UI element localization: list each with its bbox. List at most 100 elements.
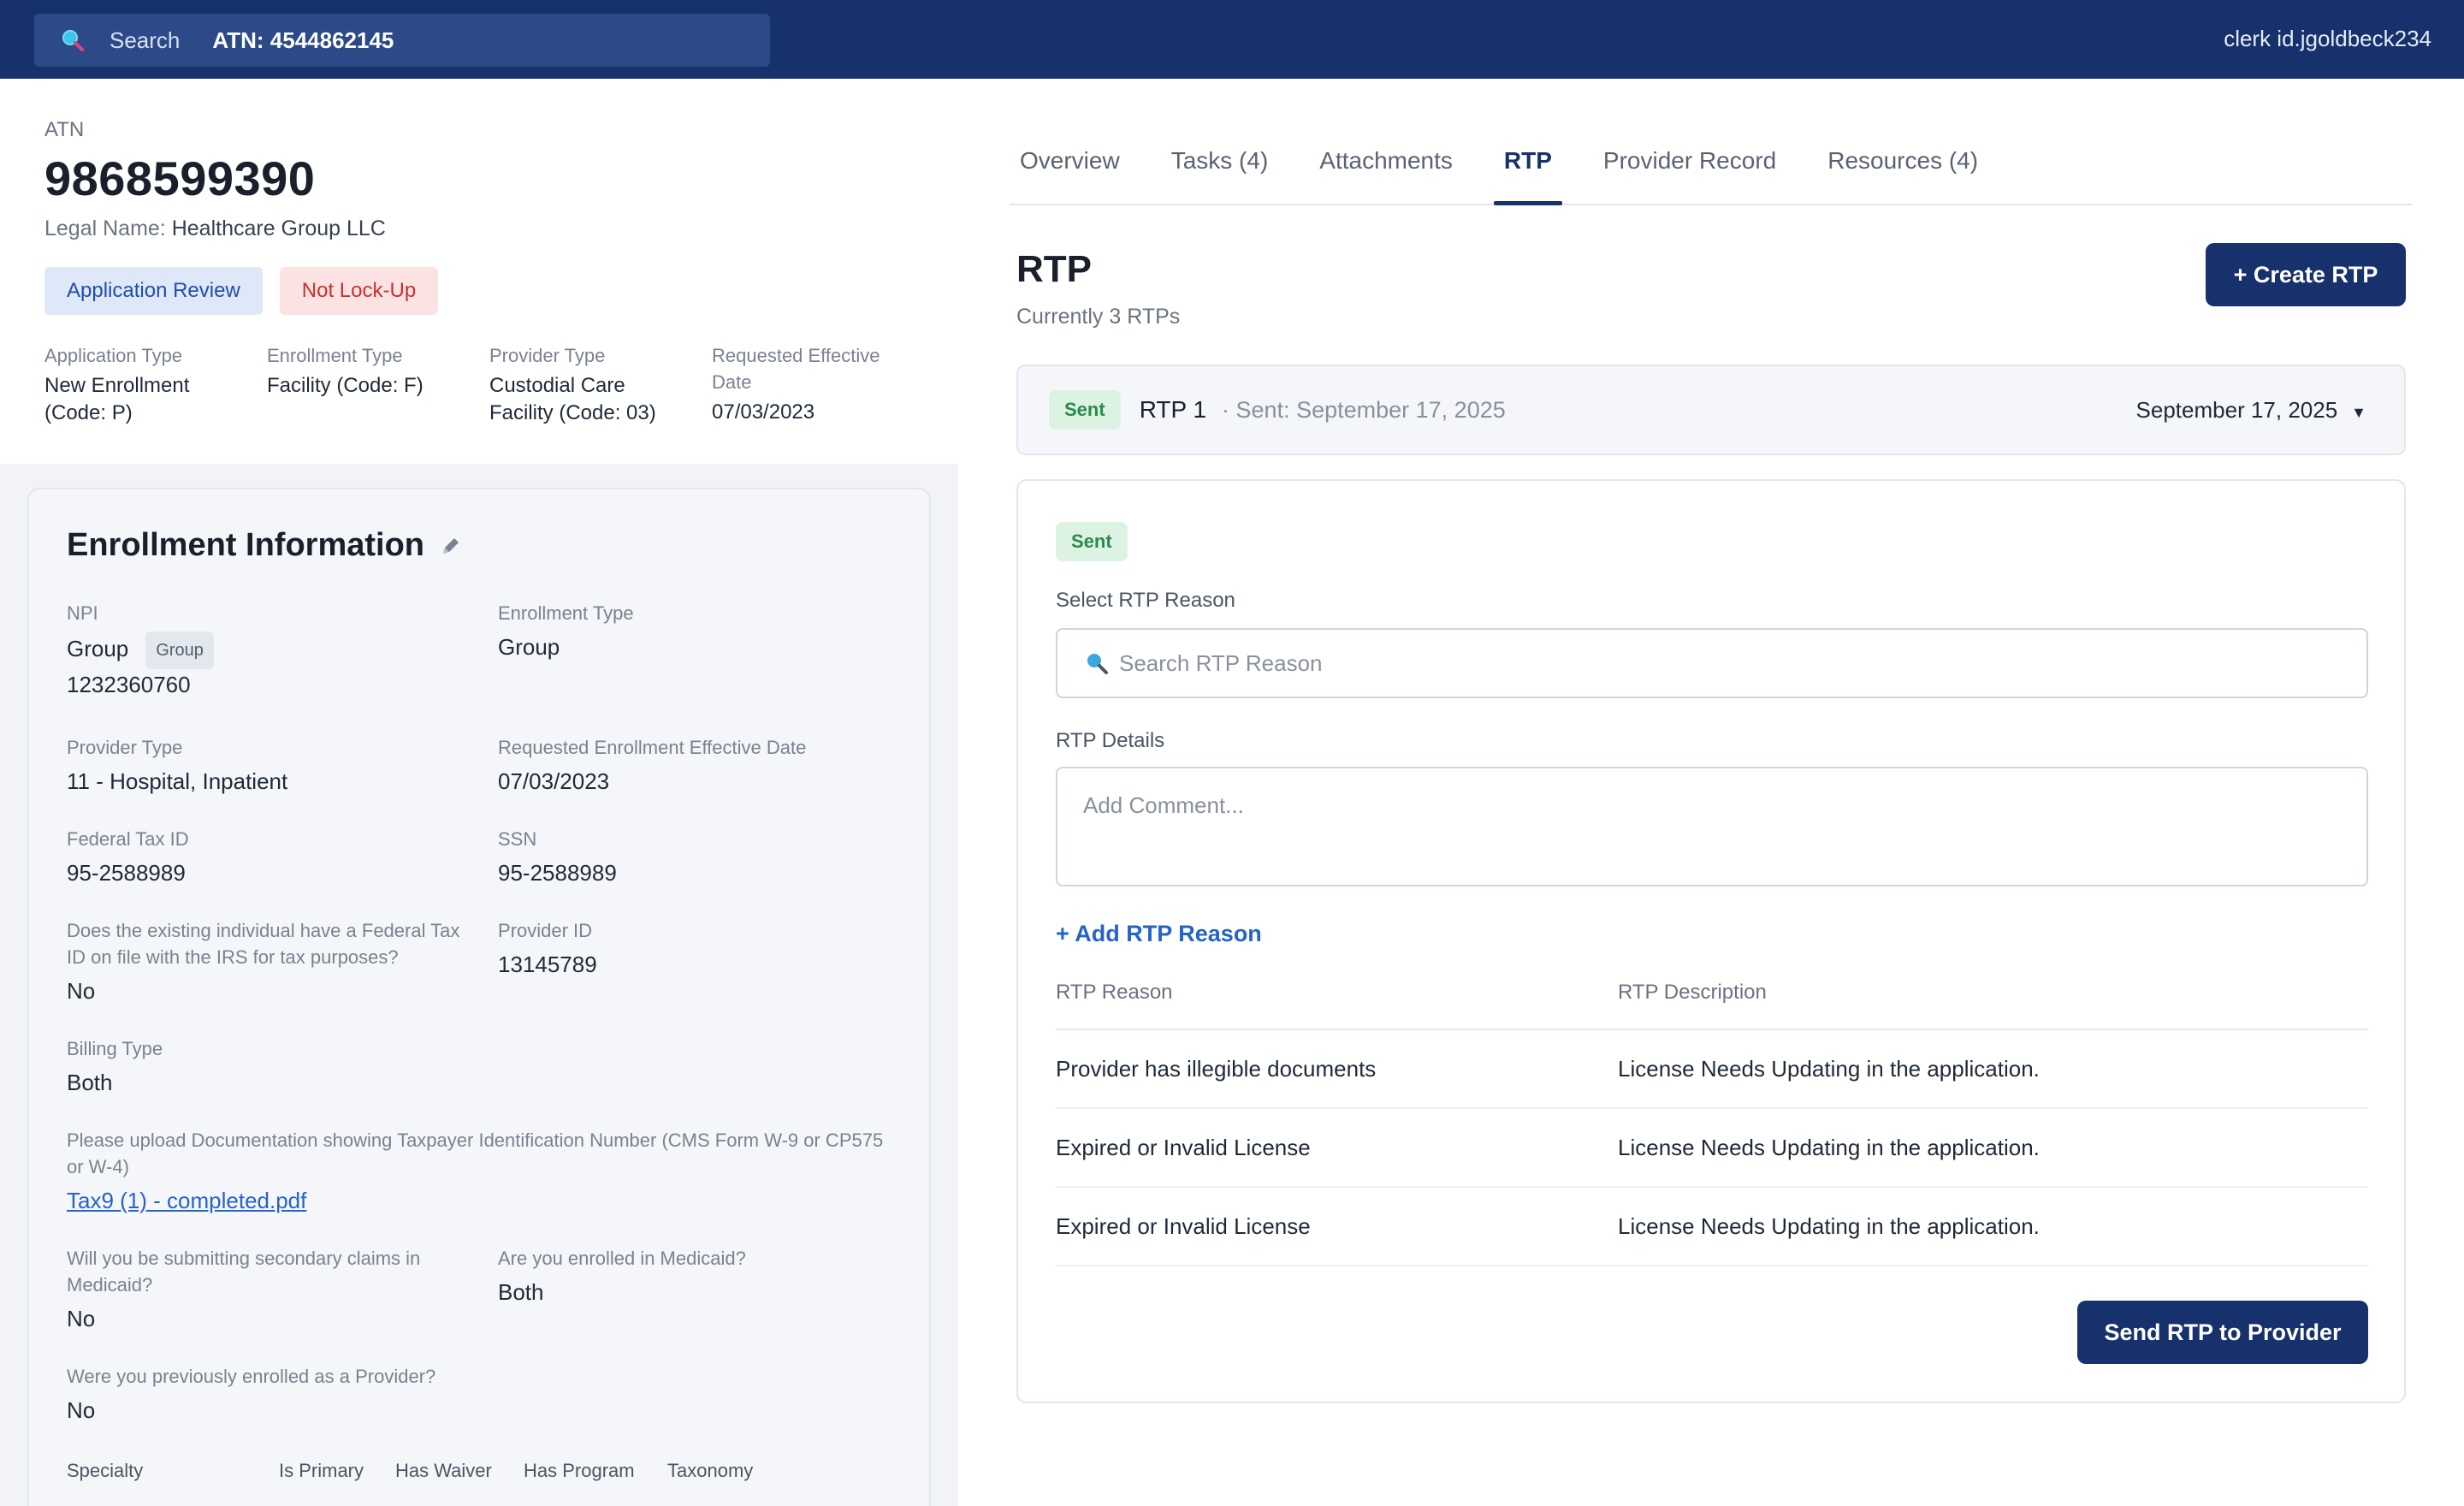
card-title: Enrollment Information [67, 527, 929, 564]
field-label: NPI [67, 602, 98, 624]
meta-key: Enrollment Type [267, 345, 403, 366]
tab-bar: Overview Tasks (4) Attachments RTP Provi… [1010, 137, 2413, 205]
table-row[interactable]: Expired or Invalid License License Needs… [1056, 1109, 2368, 1188]
atn-number: 9868599390 [44, 151, 316, 205]
table-row[interactable]: Provider has illegible documents License… [1056, 1030, 2368, 1109]
status-badge-lock: Not Lock-Up [279, 267, 439, 315]
atn-label: ATN [44, 118, 85, 141]
status-badge-application-review: Application Review [44, 267, 263, 315]
global-search[interactable]: Search ATN: 4544862145 [34, 14, 770, 67]
field-value: Both [67, 1070, 113, 1095]
search-icon [62, 30, 84, 51]
user-id[interactable]: clerk id.jgoldbeck234 [2224, 26, 2431, 52]
status-badge-sent: Sent [1049, 390, 1121, 430]
field-provider-id: Provider ID 13145789 [498, 917, 929, 1006]
rtp-title: RTP [1016, 248, 1092, 290]
send-rtp-button[interactable]: Send RTP to Provider [2077, 1301, 2368, 1364]
rtp-detail-card: Sent Select RTP Reason RTP Details + Add… [1016, 479, 2406, 1403]
add-rtp-reason-link[interactable]: + Add RTP Reason [1056, 921, 1262, 947]
rtp-reason-table: RTP Reason RTP Description Provider has … [1056, 981, 2368, 1266]
meta-provider-type: Provider Type Custodial Care Facility (C… [489, 342, 712, 427]
tab-provider-record[interactable]: Provider Record [1593, 137, 1786, 204]
top-bar: Search ATN: 4544862145 clerk id.jgoldbec… [0, 0, 2464, 79]
rtp-accordion-row[interactable]: Sent RTP 1 · Sent: September 17, 2025 Se… [1016, 365, 2406, 455]
field-label: Enrollment Type [498, 602, 634, 624]
cell-reason: Expired or Invalid License [1056, 1134, 1311, 1160]
tab-rtp[interactable]: RTP [1493, 137, 1562, 205]
meta-key: Provider Type [489, 345, 606, 366]
specialty-table-header: Specialty Is Primary Has Waiver Has Prog… [67, 1460, 929, 1482]
row-upload: Please upload Documentation showing Taxp… [67, 1127, 929, 1216]
cell-description: License Needs Updating in the applicatio… [1618, 1134, 2040, 1160]
specialty-col-has-waiver: Has Waiver [395, 1460, 492, 1481]
cell-description: License Needs Updating in the applicatio… [1618, 1213, 2040, 1239]
rtp-count: Currently 3 RTPs [1016, 305, 1181, 329]
npi-type: Group [67, 635, 129, 661]
comment-textarea[interactable] [1083, 792, 2341, 861]
specialty-col-is-primary: Is Primary [279, 1460, 364, 1481]
field-value: 07/03/2023 [498, 768, 610, 794]
field-value: 95-2588989 [498, 860, 617, 886]
create-rtp-button[interactable]: + Create RTP [2206, 243, 2406, 306]
field-enrollment-type: Enrollment Type Group [498, 600, 929, 700]
field-value: Group [498, 634, 560, 660]
field-label: Does the existing individual have a Fede… [67, 920, 460, 968]
col-rtp-description: RTP Description [1618, 981, 1767, 1004]
specialty-col-taxonomy: Taxonomy [667, 1460, 754, 1481]
edit-pencil-icon[interactable] [440, 535, 462, 557]
field-federal-tax-id: Federal Tax ID 95-2588989 [67, 826, 498, 888]
col-rtp-reason: RTP Reason [1056, 981, 1173, 1004]
field-value: Both [498, 1279, 544, 1305]
field-requested-date: Requested Enrollment Effective Date 07/0… [498, 734, 929, 797]
table-row[interactable]: Expired or Invalid License License Needs… [1056, 1188, 2368, 1266]
specialty-col-has-program: Has Program [524, 1460, 635, 1481]
field-label: Billing Type [67, 1038, 163, 1059]
cell-reason: Provider has illegible documents [1056, 1055, 1377, 1082]
meta-application-type: Application Type New Enrollment (Code: P… [44, 342, 267, 427]
field-label: Provider ID [498, 920, 593, 941]
row-npi: NPI Group Group 1232360760 Enrollment Typ… [67, 600, 929, 700]
npi-number: 1232360760 [67, 672, 191, 697]
field-value: 11 - Hospital, Inpatient [67, 768, 288, 794]
field-label: Requested Enrollment Effective Date [498, 737, 807, 758]
legal-name: Legal Name: Healthcare Group LLC [44, 216, 958, 241]
legal-name-label: Legal Name: [44, 216, 166, 240]
field-value: No [67, 1397, 96, 1423]
tab-resources[interactable]: Resources (4) [1817, 137, 1988, 204]
rtp-sent-date: · Sent: September 17, 2025 [1222, 396, 1506, 423]
field-irs-question: Does the existing individual have a Fede… [67, 917, 498, 1006]
caret-down-icon: ▼ [2351, 403, 2366, 421]
field-medicaid: Are you enrolled in Medicaid? Both [498, 1245, 929, 1334]
status-badges: Application Review Not Lock-Up [44, 267, 958, 315]
tax-document-link[interactable]: Tax9 (1) - completed.pdf [67, 1188, 306, 1213]
row-tax: Federal Tax ID 95-2588989 SSN 95-2588989 [67, 826, 929, 888]
rtp-date-dropdown[interactable]: September 17, 2025 ▼ [2136, 397, 2366, 424]
meta-key: Requested Effective Date [712, 345, 880, 393]
cell-description: License Needs Updating in the applicatio… [1618, 1055, 2040, 1082]
left-panel: ATN 9868599390 Legal Name: Healthcare Gr… [0, 79, 958, 1506]
row-billing: Billing Type Both [67, 1035, 929, 1098]
rtp-reason-search[interactable] [1056, 628, 2368, 698]
application-header: ATN 9868599390 Legal Name: Healthcare Gr… [0, 79, 958, 464]
rtp-name: RTP 1 [1139, 396, 1207, 423]
rtp-reason-input[interactable] [1119, 649, 2317, 677]
field-value: Group Group [67, 631, 498, 669]
field-label: Will you be submitting secondary claims … [67, 1248, 421, 1296]
field-npi: NPI Group Group 1232360760 [67, 600, 498, 700]
field-previous-enrollment: Were you previously enrolled as a Provid… [67, 1363, 888, 1426]
enrollment-title: Enrollment Information [67, 527, 424, 563]
field-upload: Please upload Documentation showing Taxp… [67, 1127, 888, 1216]
tab-attachments[interactable]: Attachments [1309, 137, 1463, 204]
search-value[interactable]: ATN: 4544862145 [212, 27, 394, 54]
rtp-details-field[interactable] [1056, 767, 2368, 886]
application-meta: Application Type New Enrollment (Code: P… [44, 342, 958, 427]
row-irs: Does the existing individual have a Fede… [67, 917, 929, 1006]
tab-tasks[interactable]: Tasks (4) [1161, 137, 1279, 204]
meta-value: Custodial Care Facility (Code: 03) [489, 374, 656, 424]
meta-key: Application Type [44, 345, 183, 366]
tab-overview[interactable]: Overview [1010, 137, 1130, 204]
table-header: RTP Reason RTP Description [1056, 981, 2368, 1030]
field-provider-type: Provider Type 11 - Hospital, Inpatient [67, 734, 498, 797]
enrollment-information-card: Enrollment Information NPI Group Group 12… [27, 488, 931, 1506]
meta-value: New Enrollment (Code: P) [44, 374, 190, 424]
